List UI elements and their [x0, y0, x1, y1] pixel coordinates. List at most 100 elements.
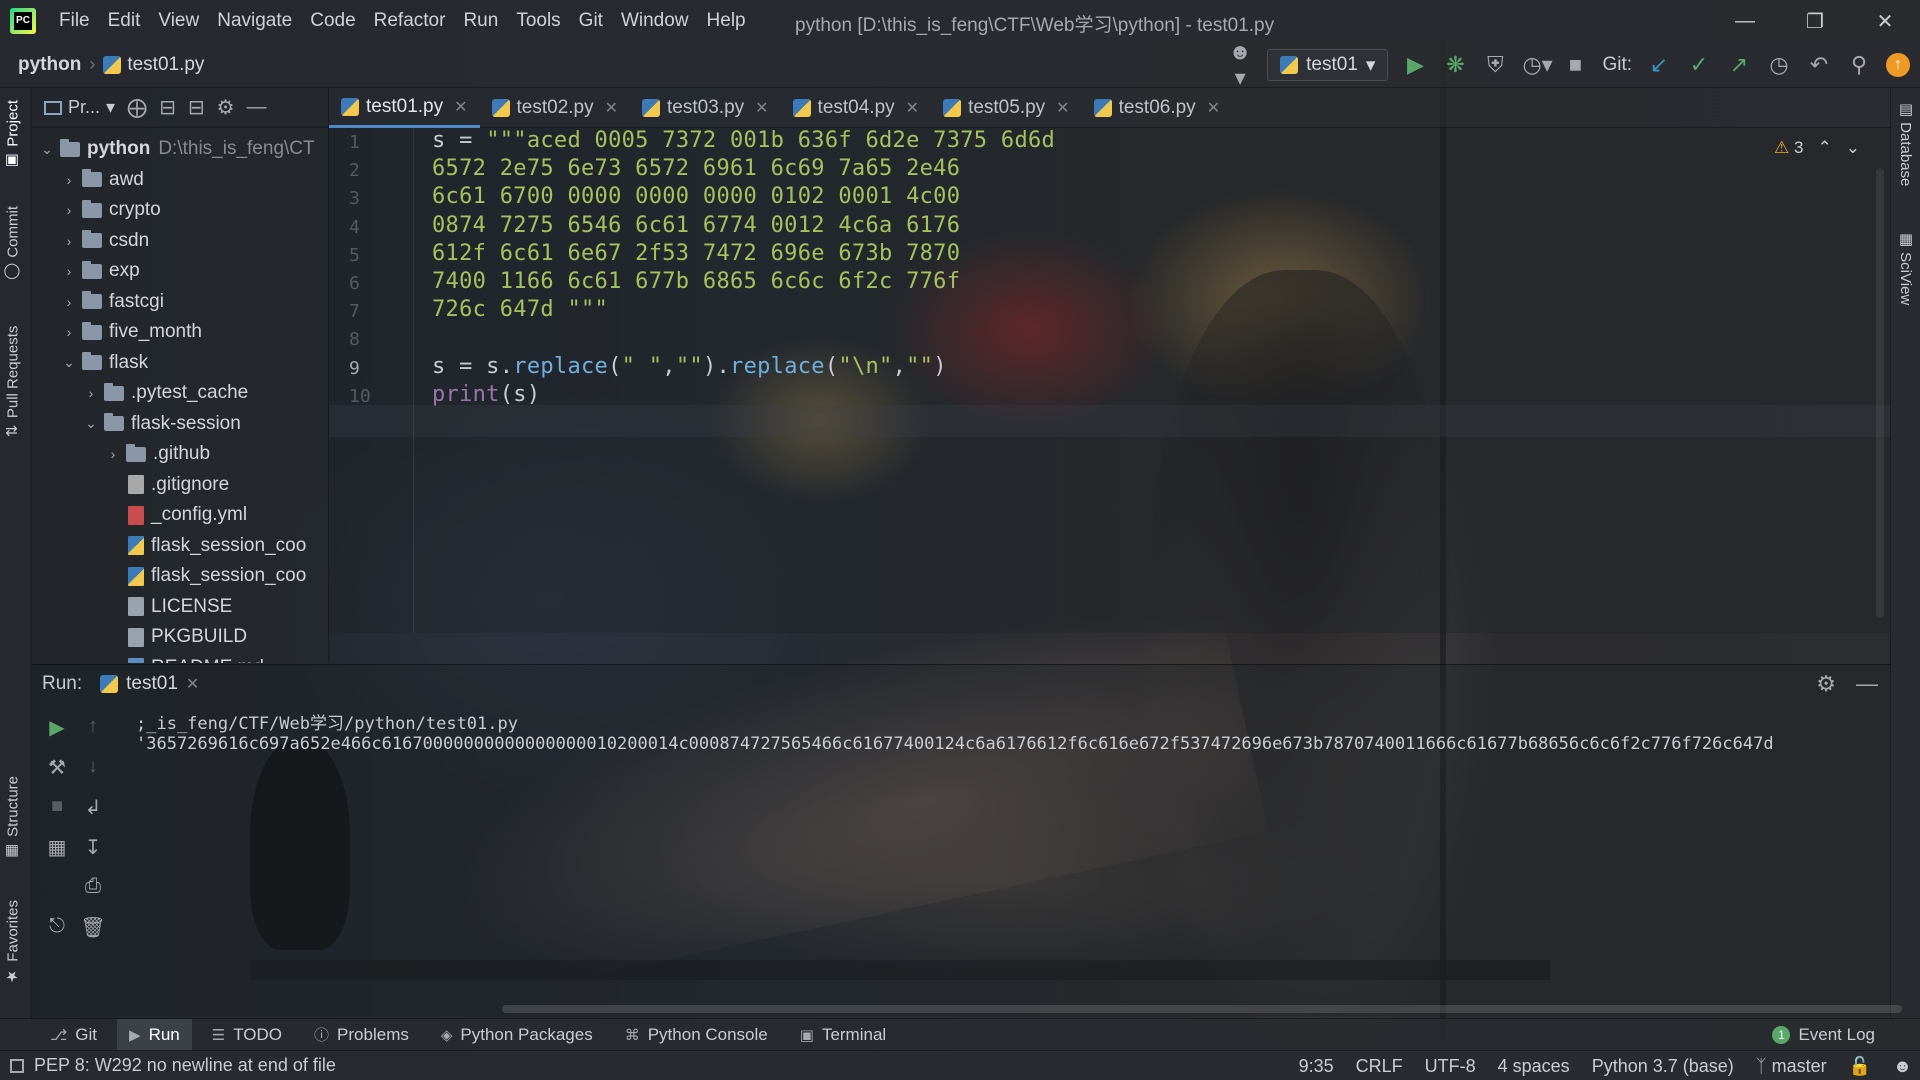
tree-file[interactable]: README.md	[104, 653, 264, 663]
git-branch[interactable]: ᛉ master	[1756, 1056, 1827, 1077]
tool-tab-structure[interactable]: ▦ Structure	[4, 776, 22, 861]
history-icon[interactable]: ◷	[1766, 52, 1792, 78]
editor-tab[interactable]: test01.py ✕	[329, 88, 480, 128]
tree-folder[interactable]: › awd	[60, 165, 144, 195]
console-horizontal-scrollbar[interactable]	[502, 1005, 1902, 1013]
close-icon[interactable]: ✕	[755, 98, 768, 118]
status-message[interactable]: PEP 8: W292 no newline at end of file	[0, 1055, 336, 1076]
chevron-right-icon[interactable]: ›	[60, 233, 78, 249]
gear-icon[interactable]: ⚙	[1816, 671, 1836, 697]
tool-tab-project[interactable]: ▣ Project	[4, 100, 22, 171]
tree-file[interactable]: LICENSE	[104, 592, 232, 622]
menu-view[interactable]: View	[149, 10, 208, 32]
tree-folder[interactable]: ⌄ python D:\this_is_feng\CT	[38, 134, 315, 164]
menu-help[interactable]: Help	[698, 10, 755, 32]
tree-file[interactable]: .gitignore	[104, 470, 229, 500]
chevron-down-icon[interactable]: ⌄	[82, 415, 100, 432]
menu-window[interactable]: Window	[612, 10, 698, 32]
lock-icon[interactable]: 🔓	[1849, 1056, 1871, 1077]
print-icon[interactable]: ⎙	[78, 875, 108, 898]
tree-folder[interactable]: › csdn	[60, 226, 149, 256]
tree-file[interactable]: flask_session_coo	[104, 531, 306, 561]
restore-button[interactable]: ❐	[1780, 0, 1850, 42]
tool-tab-database[interactable]: ▤ Database	[1896, 100, 1914, 186]
debug-icon[interactable]: ❋	[1442, 52, 1468, 78]
line-separator[interactable]: CRLF	[1356, 1056, 1403, 1077]
wrench-icon[interactable]: ⚒	[42, 755, 72, 780]
tool-tab-pull-requests[interactable]: ⇅ Pull Requests	[4, 326, 22, 437]
tool-tab-sciview[interactable]: ▦ SciView	[1896, 230, 1914, 305]
close-icon[interactable]: ✕	[186, 674, 199, 694]
breadcrumb-file[interactable]: test01.py	[103, 54, 204, 76]
close-icon[interactable]: ✕	[605, 98, 618, 118]
tool-window-git[interactable]: ⎇ Git	[38, 1019, 109, 1051]
code-line[interactable]: print(s)	[432, 382, 540, 407]
menu-run[interactable]: Run	[454, 10, 507, 32]
tree-folder[interactable]: › .pytest_cache	[82, 378, 249, 408]
indent-setting[interactable]: 4 spaces	[1498, 1056, 1570, 1077]
gear-icon[interactable]: ⚙	[217, 95, 235, 120]
close-window-button[interactable]: ✕	[1850, 0, 1920, 42]
git-commit-icon[interactable]: ✓	[1686, 52, 1712, 78]
tree-file[interactable]: PKGBUILD	[104, 622, 247, 652]
editor-tab[interactable]: test03.py ✕	[630, 88, 781, 128]
hide-panel-icon[interactable]: —	[247, 96, 267, 119]
chevron-right-icon[interactable]: ›	[60, 294, 78, 310]
editor-tab[interactable]: test06.py ✕	[1082, 88, 1233, 128]
tree-folder[interactable]: ⌄ flask-session	[82, 409, 241, 439]
editor-tab[interactable]: test04.py ✕	[781, 88, 932, 128]
project-view-select[interactable]: Pr... ▾	[44, 97, 115, 118]
trash-icon[interactable]: 🗑	[78, 915, 108, 940]
arrow-down-icon[interactable]: ↓	[78, 755, 108, 778]
tool-window-python-packages[interactable]: ◈ Python Packages	[429, 1019, 605, 1051]
console-line[interactable]: ;_is_feng/CTF/Web学习/python/test01.py	[136, 709, 1774, 734]
rollback-icon[interactable]: ↶	[1806, 52, 1832, 78]
rerun-icon[interactable]: ▶	[42, 715, 72, 740]
code-line[interactable]: 726c 647d """	[432, 297, 608, 322]
chevron-down-icon[interactable]: ⌄	[38, 141, 56, 158]
python-interpreter[interactable]: Python 3.7 (base)	[1592, 1056, 1734, 1077]
tree-folder[interactable]: › fastcgi	[60, 287, 164, 317]
git-update-icon[interactable]: ↙	[1646, 52, 1672, 78]
tool-window-terminal[interactable]: ▣ Terminal	[788, 1019, 898, 1051]
run-tab[interactable]: test01 ✕	[100, 673, 199, 695]
menu-git[interactable]: Git	[570, 10, 612, 32]
git-push-icon[interactable]: ↗	[1726, 52, 1752, 78]
tree-folder[interactable]: › five_month	[60, 317, 202, 347]
menu-navigate[interactable]: Navigate	[208, 10, 301, 32]
close-icon[interactable]: ✕	[454, 97, 467, 117]
code-line[interactable]: 0874 7275 6546 6c61 6774 0012 4c6a 6176	[432, 213, 960, 238]
tree-file[interactable]: _config.yml	[104, 500, 247, 530]
inspector-icon[interactable]: ☻	[1893, 1056, 1912, 1077]
search-icon[interactable]: ⚲	[1846, 52, 1872, 78]
tree-folder[interactable]: › crypto	[60, 195, 161, 225]
updates-icon[interactable]: ↑	[1886, 53, 1910, 77]
collapse-all-icon[interactable]: ⊟	[188, 95, 205, 120]
code-line[interactable]: 6c61 6700 0000 0000 0000 0102 0001 4c00	[432, 184, 960, 209]
soft-wrap-icon[interactable]: ↲	[78, 795, 108, 820]
tool-window-problems[interactable]: ⓘ Problems	[302, 1019, 421, 1051]
file-encoding[interactable]: UTF-8	[1425, 1056, 1476, 1077]
chevron-down-icon[interactable]: ⌄	[60, 354, 78, 371]
inspection-warning[interactable]: ⚠ 3	[1774, 138, 1803, 158]
code-line[interactable]: 7400 1166 6c61 677b 6865 6c6c 6f2c 776f	[432, 269, 960, 294]
chevron-up-icon[interactable]: ⌃	[1818, 138, 1832, 158]
expand-all-icon[interactable]: ⊟	[159, 95, 176, 120]
stop-icon[interactable]: ■	[1562, 52, 1588, 78]
menu-file[interactable]: File	[50, 10, 99, 32]
tool-window-run[interactable]: ▶ Run	[117, 1018, 192, 1051]
coverage-icon[interactable]: ⛨	[1482, 52, 1508, 78]
code-line[interactable]: 6572 2e75 6e73 6572 6961 6c69 7a65 2e46	[432, 156, 960, 181]
close-icon[interactable]: ✕	[906, 98, 919, 118]
code-editor[interactable]: 1 2 3 4 5 6 7 8 9 10 s = """aced 0005 7372 001b 6…	[329, 128, 1890, 633]
tree-folder[interactable]: › .github	[104, 439, 210, 469]
scroll-to-end-icon[interactable]: ↧	[78, 835, 108, 860]
run-icon[interactable]: ▶	[1402, 52, 1428, 78]
pin-icon[interactable]: ⎋	[42, 915, 72, 938]
tree-file[interactable]: flask_session_coo	[104, 561, 306, 591]
tree-folder[interactable]: ⌄ flask	[60, 348, 148, 378]
hide-panel-icon[interactable]: —	[1856, 671, 1878, 697]
inspection-widget[interactable]: ⚠ 3 ⌃ ⌄	[1774, 138, 1860, 158]
chevron-right-icon[interactable]: ›	[60, 172, 78, 188]
tree-folder[interactable]: › exp	[60, 256, 140, 286]
